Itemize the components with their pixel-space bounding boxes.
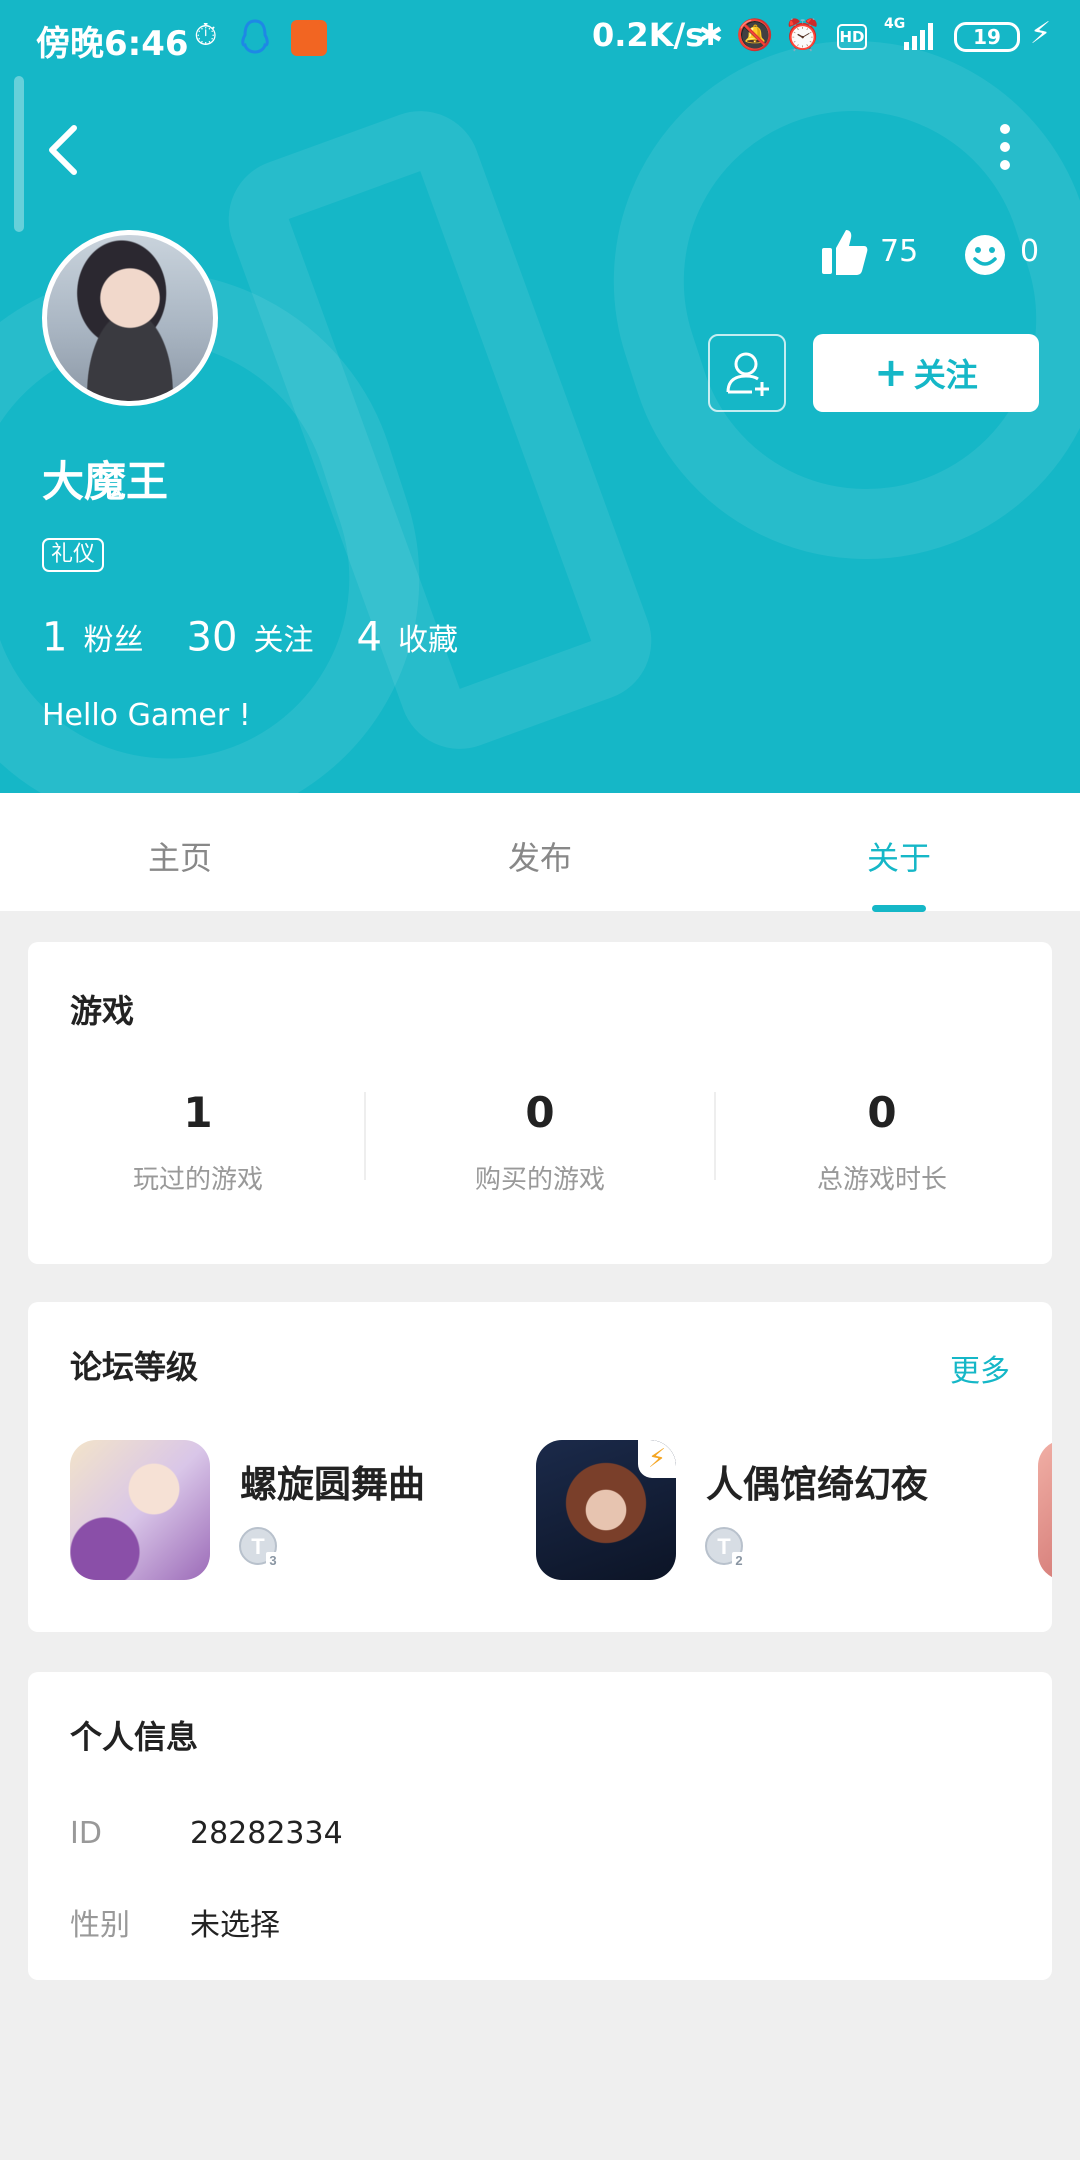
alarm-icon: ⏰: [784, 18, 822, 53]
forum-level-card: 论坛等级 更多 螺旋圆舞曲 T 3 ⚡ 人偶馆绮幻夜 T 2: [28, 1302, 1052, 1632]
battery-icon: 19: [954, 22, 1020, 52]
stat-followers[interactable]: 1 粉丝: [42, 614, 187, 660]
stat-label: 购买的游戏: [474, 1165, 605, 1195]
scroll-indicator: [14, 76, 24, 232]
user-bio: Hello Gamer !: [42, 698, 251, 733]
game-icon: [70, 1440, 210, 1580]
info-row-id: ID 28282334: [70, 1816, 343, 1851]
tab-posts[interactable]: 发布: [440, 833, 640, 879]
status-time: 傍晚6:46: [36, 24, 189, 64]
app-notification-icon: [291, 20, 327, 56]
level-number: 2: [735, 1553, 742, 1568]
bluetooth-icon: ✱: [698, 18, 724, 53]
game-icon: ⚡: [536, 1440, 676, 1580]
qq-icon: [241, 19, 269, 54]
tab-active-indicator: [872, 905, 926, 912]
stat-value: 1: [183, 1088, 213, 1137]
level-number: 3: [269, 1553, 276, 1568]
status-bar: 傍晚6:46 ⏱ 0.2K/s ✱ 🔕 ⏰ HD 4G 19 ⚡: [0, 0, 1080, 76]
lightning-icon: ⚡: [638, 1440, 676, 1478]
follow-label: 关注: [913, 356, 978, 394]
stat-favorites[interactable]: 4 收藏: [357, 614, 496, 660]
mute-bell-icon: 🔕: [736, 18, 774, 53]
purchased-games-stat[interactable]: 0 购买的游戏: [370, 1088, 710, 1196]
more-options-icon[interactable]: [990, 124, 1020, 180]
games-title: 游戏: [70, 992, 135, 1030]
game-icon: [1038, 1440, 1052, 1580]
info-value: 28282334: [190, 1816, 343, 1851]
network-speed: 0.2K/s: [592, 16, 705, 54]
level-badge-icon: T 2: [705, 1527, 746, 1568]
hd-icon: HD: [837, 24, 867, 50]
follow-button[interactable]: + 关注: [813, 334, 1039, 412]
thumbs-up-icon[interactable]: [822, 228, 868, 276]
stat-label: 玩过的游戏: [132, 1165, 263, 1195]
games-card: 游戏 1 玩过的游戏 0 购买的游戏 0 总游戏时长: [28, 942, 1052, 1264]
watermark-shape: [551, 0, 1080, 622]
svg-text:T: T: [251, 1534, 265, 1559]
add-user-icon: [726, 352, 769, 396]
tab-about[interactable]: 关于: [799, 833, 999, 879]
stat-label: 总游戏时长: [816, 1165, 947, 1195]
stat-value: 0: [525, 1088, 555, 1137]
stat-value: 4: [356, 614, 382, 660]
total-playtime-stat[interactable]: 0 总游戏时长: [712, 1088, 1052, 1196]
stat-value: 0: [867, 1088, 897, 1137]
svg-text:T: T: [717, 1534, 731, 1559]
profile-header: 傍晚6:46 ⏱ 0.2K/s ✱ 🔕 ⏰ HD 4G 19 ⚡ 75 0 + …: [0, 0, 1080, 793]
forum-name: 螺旋圆舞曲: [240, 1463, 425, 1506]
plus-icon: +: [874, 350, 908, 396]
stat-label: 关注: [253, 623, 314, 658]
divider: [364, 1092, 366, 1180]
user-tag[interactable]: 礼仪: [42, 538, 105, 572]
level-badge-icon: T 3: [239, 1527, 280, 1568]
timer-icon: ⏱: [194, 18, 218, 53]
personal-info-card: 个人信息 ID 28282334 性别 未选择: [28, 1672, 1052, 1980]
stat-following[interactable]: 30 关注: [187, 614, 357, 660]
played-games-stat[interactable]: 1 玩过的游戏: [28, 1088, 368, 1196]
forum-title: 论坛等级: [70, 1348, 199, 1386]
profile-stats: 1 粉丝 30 关注 4 收藏: [42, 614, 496, 660]
info-key: 性别: [70, 1908, 130, 1943]
info-key: ID: [70, 1816, 102, 1851]
like-count: 75: [880, 234, 919, 269]
more-link[interactable]: 更多: [950, 1346, 1010, 1390]
smile-icon[interactable]: [964, 234, 1006, 276]
stat-label: 粉丝: [83, 623, 144, 658]
back-icon[interactable]: [40, 120, 84, 180]
tab-home[interactable]: 主页: [80, 833, 280, 879]
smile-count: 0: [1020, 234, 1040, 269]
info-value: 未选择: [190, 1908, 280, 1943]
charging-icon: ⚡: [1030, 16, 1052, 51]
forum-name: 人偶馆绮幻夜: [706, 1463, 928, 1506]
user-name: 大魔王: [42, 457, 169, 506]
profile-tabs: 主页 发布 关于: [0, 793, 1080, 912]
info-row-gender: 性别 未选择: [70, 1900, 280, 1944]
avatar[interactable]: [42, 230, 218, 406]
stat-value: 30: [186, 614, 238, 660]
battery-level: 19: [973, 25, 1001, 49]
signal-icon: [904, 23, 933, 50]
stat-value: 1: [42, 614, 68, 660]
stat-label: 收藏: [398, 623, 458, 658]
personal-info-title: 个人信息: [70, 1718, 199, 1756]
add-friend-button[interactable]: [708, 334, 786, 412]
